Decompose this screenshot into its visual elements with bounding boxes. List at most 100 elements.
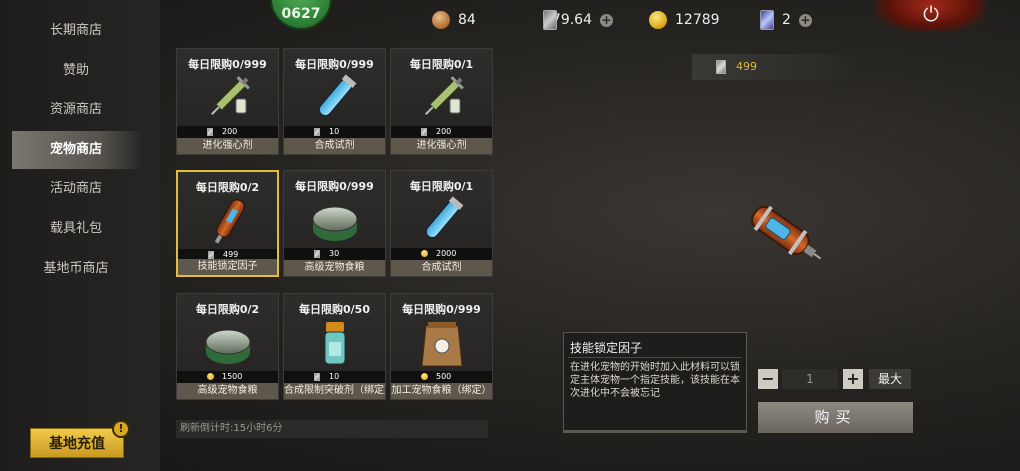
item-name: 高级宠物食粮	[284, 260, 385, 276]
item-price: 500	[391, 371, 492, 383]
shop-item-card[interactable]: 每日限购0/999 500 加工宠物食粮（绑定）	[390, 293, 493, 400]
base-recharge-button[interactable]: 基地充值	[30, 428, 124, 458]
item-name: 合成限制突破剂（绑定）	[284, 383, 385, 399]
test-tube-blue-icon	[425, 196, 464, 238]
alert-badge: !	[112, 420, 130, 438]
game-logo: 0627	[270, 0, 332, 30]
plus-icon[interactable]: +	[798, 13, 812, 27]
daily-limit: 每日限购0/1	[409, 180, 474, 193]
currency-bronze: 84	[432, 8, 476, 32]
currency-purple-card-value: 2	[782, 12, 791, 28]
currency-gold-coin-value: 12789	[675, 12, 720, 28]
silver-card-icon	[314, 250, 320, 258]
daily-limit: 每日限购0/1	[409, 58, 474, 71]
shop-item-card[interactable]: 每日限购0/999 30 高级宠物食粮	[283, 170, 386, 277]
power-icon: ⏻	[923, 2, 939, 26]
decrease-quantity-button[interactable]: −	[758, 369, 778, 389]
silver-card-icon	[716, 60, 726, 74]
item-price-value: 500	[436, 372, 452, 381]
currency-bronze-value: 84	[458, 12, 476, 28]
daily-limit: 每日限购0/999	[402, 303, 481, 316]
shop-item-card[interactable]: 每日限购0/999 10 合成试剂	[283, 48, 386, 155]
daily-limit: 每日限购0/999	[295, 180, 374, 193]
syringe-icon	[211, 76, 250, 115]
sidebar-item-event-shop[interactable]: 活动商店	[12, 170, 140, 208]
sidebar-item-base-coin-shop[interactable]: 基地币商店	[12, 250, 140, 288]
item-description: 在进化宠物的开始时加入此材料可以锁定主体宠物一个指定技能，该技能在本次进化中不会…	[570, 362, 740, 399]
detail-price: 499	[692, 54, 860, 80]
buy-button[interactable]: 购买	[758, 402, 913, 433]
item-name: 高级宠物食粮	[177, 383, 278, 399]
silver-card-icon	[543, 10, 557, 30]
detail-price-value: 499	[736, 60, 757, 73]
silver-card-icon	[207, 128, 213, 136]
plus-icon[interactable]: +	[600, 13, 613, 27]
item-price-value: 499	[223, 250, 239, 259]
test-tube-blue-icon	[318, 74, 357, 116]
sidebar-item-sponsor[interactable]: 赞助	[12, 52, 140, 90]
shop-item-card[interactable]: 每日限购0/1 200 进化强心剂	[390, 48, 493, 155]
potion-bottle-icon	[324, 322, 346, 365]
injector-icon	[751, 205, 822, 260]
item-price-value: 2000	[436, 249, 457, 258]
item-price-value: 10	[329, 127, 340, 136]
item-name: 技能锁定因子	[178, 259, 277, 275]
daily-limit: 每日限购0/2	[195, 181, 260, 194]
pet-food-can-icon	[312, 206, 358, 241]
daily-limit: 每日限购0/999	[295, 58, 374, 71]
gold-coin-icon	[649, 11, 667, 29]
item-price-value: 30	[329, 249, 340, 258]
gold-coin-icon	[207, 373, 214, 380]
purple-card-icon	[760, 10, 774, 30]
shop-item-card[interactable]: 每日限购0/50 10 合成限制突破剂（绑定）	[283, 293, 386, 400]
item-price: 200	[177, 126, 278, 138]
sidebar-item-long-term-shop[interactable]: 长期商店	[12, 12, 140, 50]
max-quantity-button[interactable]: 最大	[869, 369, 911, 389]
item-name: 合成试剂	[391, 260, 492, 276]
divider	[568, 357, 742, 358]
currency-silver-card: 979.64 +	[543, 8, 613, 32]
silver-card-icon	[208, 251, 214, 259]
food-bag-icon	[421, 322, 463, 367]
daily-limit: 每日限购0/999	[188, 58, 267, 71]
shop-item-card[interactable]: 每日限购0/2 499 技能锁定因子	[176, 170, 279, 277]
injector-icon	[214, 199, 245, 244]
item-price: 30	[284, 248, 385, 260]
shop-item-card[interactable]: 每日限购0/2 1500 高级宠物食粮	[176, 293, 279, 400]
gold-coin-icon	[421, 250, 428, 257]
silver-card-icon	[421, 128, 427, 136]
item-name: 进化强心剂	[177, 138, 278, 154]
daily-limit: 每日限购0/50	[299, 303, 370, 316]
refresh-countdown: 刷新倒计时:15小时6分	[176, 420, 488, 438]
item-price-value: 200	[436, 127, 452, 136]
shop-item-card[interactable]: 每日限购0/1 2000 合成试剂	[390, 170, 493, 277]
syringe-icon	[425, 76, 464, 115]
silver-card-icon	[314, 128, 320, 136]
sidebar-item-vehicle-pack[interactable]: 载具礼包	[12, 210, 140, 248]
silver-card-icon	[314, 373, 320, 381]
increase-quantity-button[interactable]: +	[843, 369, 863, 389]
pet-food-can-icon	[205, 329, 251, 364]
power-button[interactable]: ⏻	[876, 0, 986, 32]
sidebar-item-pet-shop[interactable]: 宠物商店	[12, 131, 140, 169]
item-name: 加工宠物食粮（绑定）	[391, 383, 492, 399]
gold-coin-icon	[421, 373, 428, 380]
item-price-value: 1500	[222, 372, 243, 381]
sidebar: 长期商店 赞助 资源商店 宠物商店 活动商店 载具礼包 基地币商店 基地充值 !	[0, 0, 160, 471]
item-price: 10	[284, 371, 385, 383]
shop-item-card[interactable]: 每日限购0/999 200 进化强心剂	[176, 48, 279, 155]
item-name: 进化强心剂	[391, 138, 492, 154]
item-price-value: 10	[329, 372, 340, 381]
item-title: 技能锁定因子	[570, 341, 643, 355]
daily-limit: 每日限购0/2	[195, 303, 260, 316]
item-price: 200	[391, 126, 492, 138]
item-description-box: 技能锁定因子 在进化宠物的开始时加入此材料可以锁定主体宠物一个指定技能，该技能在…	[563, 332, 747, 433]
quantity-field[interactable]: 1	[782, 369, 838, 389]
item-price: 2000	[391, 248, 492, 260]
bronze-coin-icon	[432, 11, 450, 29]
sidebar-item-resource-shop[interactable]: 资源商店	[12, 91, 140, 129]
currency-purple-card: 2 +	[760, 8, 812, 32]
item-name: 合成试剂	[284, 138, 385, 154]
item-price: 10	[284, 126, 385, 138]
currency-gold-coin: 12789	[649, 8, 720, 32]
